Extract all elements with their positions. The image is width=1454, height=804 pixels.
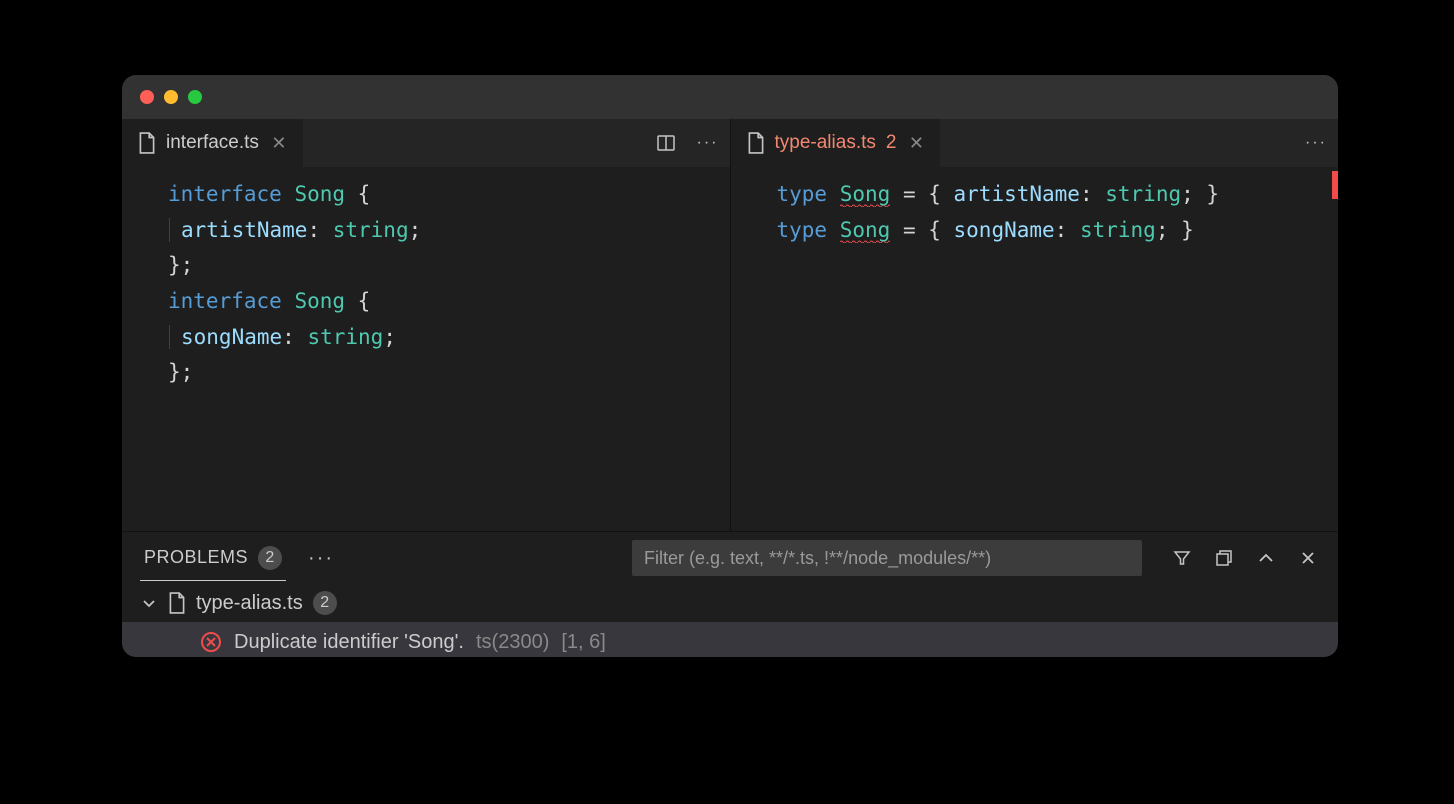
zoom-window-button[interactable] xyxy=(188,90,202,104)
panel-tab-label: PROBLEMS xyxy=(144,547,248,568)
panel-tab-problems[interactable]: PROBLEMS 2 xyxy=(140,546,286,581)
close-window-button[interactable] xyxy=(140,90,154,104)
more-actions-icon[interactable]: ··· xyxy=(1304,131,1328,155)
tab-label: type-alias.ts xyxy=(775,132,876,154)
editor-pane-right: type-alias.ts 2 ✕ ··· type Song = { arti… xyxy=(731,119,1339,531)
editor-window: interface.ts ✕ ··· interface Song { arti… xyxy=(122,75,1338,657)
split-editor-icon[interactable] xyxy=(654,131,678,155)
tabbar-actions-left: ··· xyxy=(654,119,720,167)
punct: }; xyxy=(168,355,730,391)
editor-pane-left: interface.ts ✕ ··· interface Song { arti… xyxy=(122,119,731,531)
overview-error-marker[interactable] xyxy=(1332,171,1338,199)
kw-type: type xyxy=(777,218,840,242)
problems-file-row[interactable]: type-alias.ts 2 xyxy=(122,584,1338,622)
file-icon xyxy=(747,132,765,154)
tab-type-alias-ts[interactable]: type-alias.ts 2 ✕ xyxy=(731,119,941,167)
problem-location: [1, 6] xyxy=(561,631,605,654)
problems-panel: PROBLEMS 2 ··· xyxy=(122,531,1338,657)
kw-interface: interface xyxy=(168,182,282,206)
tab-close-button[interactable]: ✕ xyxy=(906,133,926,154)
chevron-up-icon[interactable] xyxy=(1254,546,1278,570)
file-icon xyxy=(138,132,156,154)
problems-file-name: type-alias.ts xyxy=(196,592,303,615)
tabbar-left: interface.ts ✕ ··· xyxy=(122,119,730,167)
error-icon xyxy=(200,631,222,653)
prop-name: songName xyxy=(954,218,1055,242)
type-name: Song xyxy=(294,182,345,206)
prim-type: string xyxy=(307,325,383,349)
chevron-down-icon xyxy=(140,594,158,612)
problem-row[interactable]: Duplicate identifier 'Song'. ts(2300) [1… xyxy=(122,622,1338,657)
problem-message: Duplicate identifier 'Song'. xyxy=(234,631,464,654)
collapse-all-icon[interactable] xyxy=(1212,546,1236,570)
problems-filter-input[interactable] xyxy=(632,540,1142,576)
punct: }; xyxy=(168,248,730,284)
prim-type: string xyxy=(1105,182,1181,206)
problems-tree[interactable]: type-alias.ts 2 Duplicate identifier 'So… xyxy=(122,584,1338,657)
prop-name: artistName xyxy=(181,218,307,242)
kw-interface: interface xyxy=(168,289,282,313)
code-editor-left[interactable]: interface Song { artistName: string; }; … xyxy=(122,167,730,531)
panel-head: PROBLEMS 2 ··· xyxy=(122,532,1338,584)
panel-actions xyxy=(1170,546,1320,570)
prim-type: string xyxy=(333,218,409,242)
minimize-window-button[interactable] xyxy=(164,90,178,104)
more-actions-icon[interactable]: ··· xyxy=(696,131,720,155)
tab-close-button[interactable]: ✕ xyxy=(269,133,289,154)
prim-type: string xyxy=(1080,218,1156,242)
problems-file-count: 2 xyxy=(313,591,337,615)
kw-type: type xyxy=(777,182,840,206)
close-panel-icon[interactable] xyxy=(1296,546,1320,570)
editor-split: interface.ts ✕ ··· interface Song { arti… xyxy=(122,119,1338,531)
file-icon xyxy=(168,592,186,614)
more-panels-icon[interactable]: ··· xyxy=(308,547,334,570)
tab-label: interface.ts xyxy=(166,132,259,154)
problems-count-badge: 2 xyxy=(258,546,282,570)
tabbar-actions-right: ··· xyxy=(1304,119,1328,167)
type-name-error: Song xyxy=(840,182,891,207)
filter-icon[interactable] xyxy=(1170,546,1194,570)
type-name: Song xyxy=(294,289,345,313)
titlebar[interactable] xyxy=(122,75,1338,119)
prop-name: artistName xyxy=(954,182,1080,206)
problem-code: ts(2300) xyxy=(476,631,549,654)
tabbar-right: type-alias.ts 2 ✕ ··· xyxy=(731,119,1339,167)
prop-name: songName xyxy=(181,325,282,349)
tab-error-count: 2 xyxy=(886,132,897,154)
code-editor-right[interactable]: type Song = { artistName: string; } type… xyxy=(731,167,1339,531)
punct: { xyxy=(345,182,370,206)
type-name-error: Song xyxy=(840,218,891,243)
tab-interface-ts[interactable]: interface.ts ✕ xyxy=(122,119,303,167)
